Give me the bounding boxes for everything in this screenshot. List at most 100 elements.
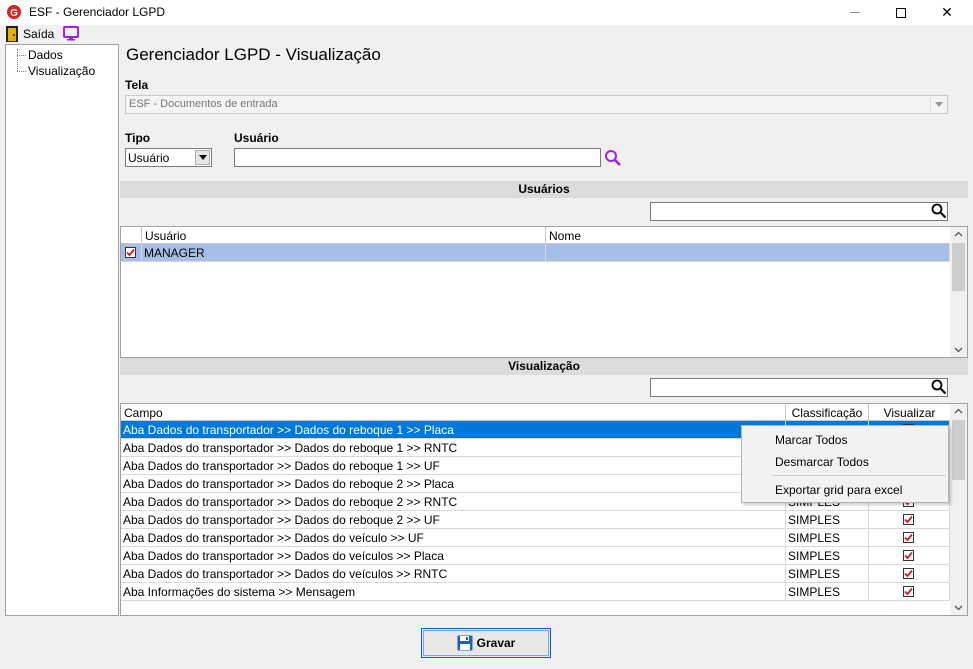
check-icon <box>904 569 913 578</box>
tipo-dropdown-button[interactable] <box>195 150 210 165</box>
cell-classificacao: SIMPLES <box>786 547 869 565</box>
row-check-cell[interactable] <box>121 244 142 262</box>
cell-campo: Aba Dados do transportador >> Dados do v… <box>121 547 786 565</box>
minimize-button[interactable]: — <box>832 0 878 25</box>
cell-campo: Aba Dados do transportador >> Dados do r… <box>121 421 786 439</box>
scroll-down-icon[interactable] <box>950 343 967 357</box>
scroll-up-icon[interactable] <box>950 227 967 241</box>
tree-connector <box>17 55 26 56</box>
chevron-down-icon <box>934 102 943 107</box>
view-section-header: Visualização <box>120 358 968 375</box>
cell-visualizar[interactable] <box>869 529 950 547</box>
usuario-label: Usuário <box>234 131 279 145</box>
cell-classificacao: SIMPLES <box>786 583 869 601</box>
view-filter-input[interactable] <box>650 378 948 397</box>
menu-item-desmarcar-todos[interactable]: Desmarcar Todos <box>775 455 869 469</box>
checkbox-checked[interactable] <box>903 550 914 561</box>
context-menu: Marcar Todos Desmarcar Todos Exportar gr… <box>741 425 949 503</box>
exit-button[interactable]: Saída <box>23 27 54 41</box>
app-logo-icon: G <box>7 5 21 19</box>
cell-campo: Aba Dados do transportador >> Dados do v… <box>121 529 786 547</box>
window-title: ESF - Gerenciador LGPD <box>29 5 166 19</box>
search-icon[interactable] <box>931 379 947 395</box>
grid-header-visualizar[interactable]: Visualizar <box>869 404 951 421</box>
cell-usuario: MANAGER <box>142 244 546 262</box>
scroll-thumb[interactable] <box>952 420 965 480</box>
menu-separator <box>772 475 946 476</box>
cell-campo: Aba Dados do transportador >> Dados do r… <box>121 511 786 529</box>
grid-header-nome[interactable]: Nome <box>546 227 951 244</box>
cell-campo: Aba Dados do transportador >> Dados do r… <box>121 439 786 457</box>
grid-header-campo[interactable]: Campo <box>121 404 786 421</box>
cell-visualizar[interactable] <box>869 547 950 565</box>
checkbox-checked[interactable] <box>903 568 914 579</box>
tree-item-visualizacao[interactable]: Visualização <box>28 64 95 78</box>
check-icon <box>904 515 913 524</box>
table-row[interactable]: Aba Dados do transportador >> Dados do v… <box>121 565 950 583</box>
check-icon <box>904 551 913 560</box>
navigation-tree: Dados Visualização <box>5 44 119 616</box>
save-button-label: Gravar <box>476 636 516 650</box>
svg-text:G: G <box>10 8 18 19</box>
checkbox-checked[interactable] <box>125 247 136 258</box>
page-title: Gerenciador LGPD - Visualização <box>126 45 381 64</box>
cell-campo: Aba Dados do transportador >> Dados do r… <box>121 475 786 493</box>
tela-dropdown-button[interactable] <box>930 97 946 112</box>
cell-visualizar[interactable] <box>869 583 950 601</box>
toolbar: Saída <box>0 25 973 44</box>
scroll-up-icon[interactable] <box>950 404 967 418</box>
checkbox-checked[interactable] <box>903 514 914 525</box>
cell-classificacao: SIMPLES <box>786 529 869 547</box>
close-icon: ✕ <box>941 4 953 20</box>
scroll-down-icon[interactable] <box>950 601 967 615</box>
checkbox-checked[interactable] <box>903 586 914 597</box>
monitor-icon[interactable] <box>63 26 79 41</box>
usuario-input[interactable] <box>234 148 601 167</box>
chevron-down-icon <box>198 155 207 160</box>
tree-item-dados[interactable]: Dados <box>28 48 63 62</box>
grid-header-classificacao[interactable]: Classificação <box>786 404 869 421</box>
checkbox-checked[interactable] <box>903 532 914 543</box>
table-row[interactable]: Aba Informações do sistema >> Mensagem SI… <box>121 583 950 601</box>
scroll-thumb[interactable] <box>952 243 965 291</box>
users-filter-input[interactable] <box>650 202 948 221</box>
table-row[interactable]: Aba Dados do transportador >> Dados do r… <box>121 511 950 529</box>
cell-classificacao: SIMPLES <box>786 565 869 583</box>
table-row[interactable]: MANAGER <box>121 244 950 262</box>
table-row[interactable]: Aba Dados do transportador >> Dados do v… <box>121 529 950 547</box>
users-grid-scrollbar[interactable] <box>950 227 967 357</box>
floppy-disk-icon <box>457 635 473 651</box>
tree-connector <box>17 71 26 72</box>
cell-visualizar[interactable] <box>869 511 950 529</box>
close-button[interactable]: ✕ <box>924 0 970 25</box>
tela-label: Tela <box>125 78 149 92</box>
save-button[interactable]: Gravar <box>421 628 551 658</box>
menu-item-marcar-todos[interactable]: Marcar Todos <box>775 433 847 447</box>
tela-combobox[interactable]: ESF - Documentos de entrada <box>125 95 948 114</box>
cell-visualizar[interactable] <box>869 565 950 583</box>
users-grid: Usuário Nome MANAGER <box>120 226 968 358</box>
search-icon[interactable] <box>931 203 947 219</box>
cell-classificacao: SIMPLES <box>786 511 869 529</box>
check-icon <box>904 533 913 542</box>
title-bar: G ESF - Gerenciador LGPD — ✕ <box>0 0 973 25</box>
minimize-icon: — <box>850 7 860 18</box>
check-icon <box>126 248 135 257</box>
exit-door-icon[interactable] <box>6 26 18 42</box>
grid-header-check <box>121 227 142 244</box>
menu-item-exportar-excel[interactable]: Exportar grid para excel <box>775 483 902 497</box>
maximize-icon <box>896 7 906 18</box>
cell-campo: Aba Dados do transportador >> Dados do r… <box>121 493 786 511</box>
tree-connector <box>17 49 18 71</box>
maximize-button[interactable] <box>878 0 924 25</box>
cell-campo: Aba Dados do transportador >> Dados do r… <box>121 457 786 475</box>
tipo-label: Tipo <box>125 131 151 145</box>
table-row[interactable]: Aba Dados do transportador >> Dados do v… <box>121 547 950 565</box>
view-grid-scrollbar[interactable] <box>950 404 967 615</box>
users-section-header: Usuários <box>120 181 968 198</box>
grid-header-usuario[interactable]: Usuário <box>142 227 546 244</box>
cell-nome <box>546 244 950 262</box>
cell-campo: Aba Informações do sistema >> Mensagem <box>121 583 786 601</box>
search-icon[interactable] <box>604 149 622 167</box>
cell-campo: Aba Dados do transportador >> Dados do v… <box>121 565 786 583</box>
